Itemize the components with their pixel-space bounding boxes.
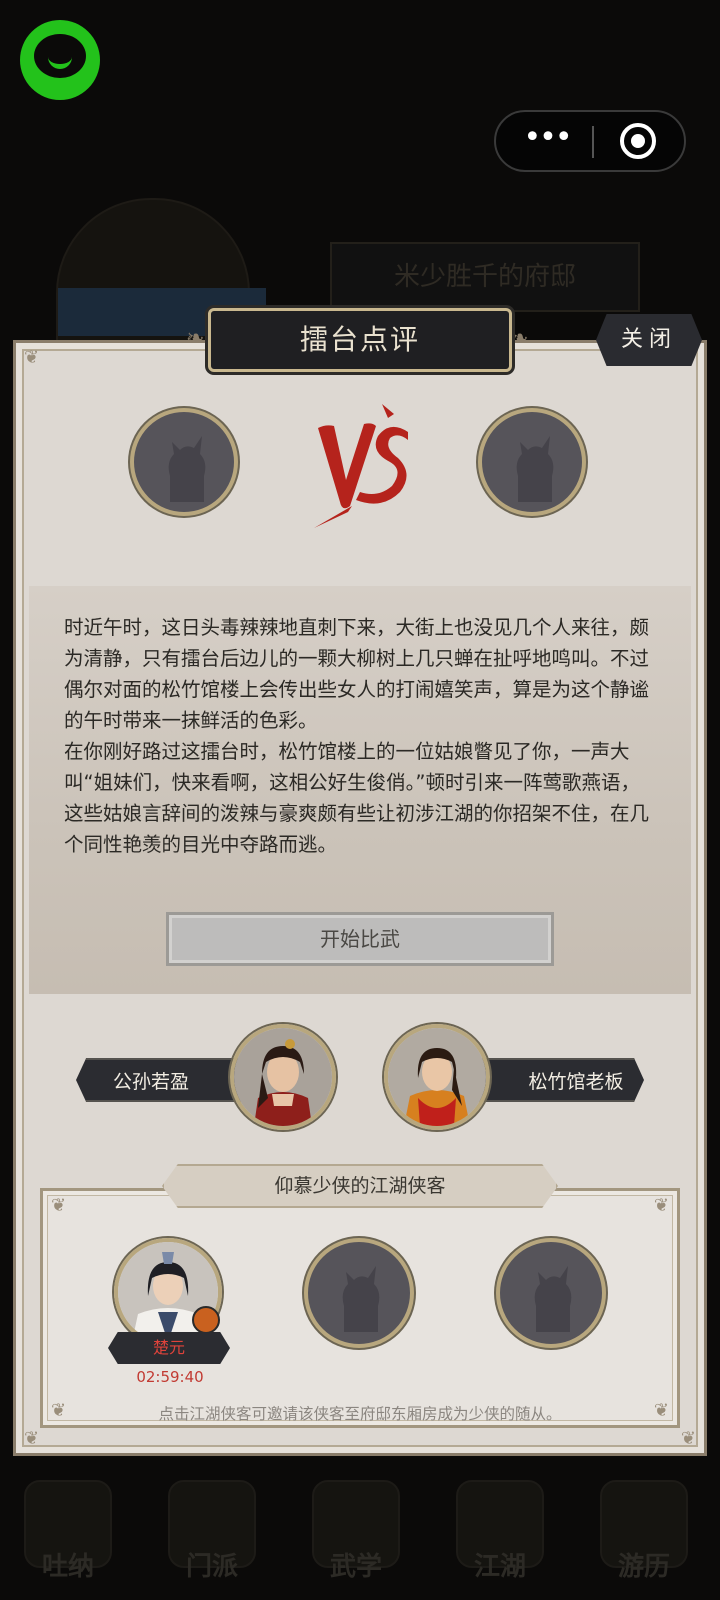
- left-character-portrait[interactable]: [230, 1024, 336, 1130]
- nav-label: 江湖: [473, 1552, 526, 1582]
- silhouette-icon: [516, 436, 554, 502]
- more-dots-icon[interactable]: •••: [518, 112, 576, 170]
- start-fight-button[interactable]: 开始比武: [166, 912, 554, 966]
- left-fighter-avatar: [130, 408, 238, 516]
- dialog-title: 擂台点评: [208, 308, 512, 372]
- nav-item-sect[interactable]: 门派: [162, 1480, 262, 1592]
- corner-ornament-icon: ❦: [24, 1428, 40, 1449]
- bottom-navigation: 吐纳 门派 武学 江湖 游历: [0, 1460, 720, 1600]
- silhouette-icon: [168, 436, 206, 502]
- nav-item-martial-arts[interactable]: 武学: [306, 1480, 406, 1592]
- silhouette-icon: [534, 1266, 572, 1332]
- nav-label: 游历: [617, 1552, 670, 1582]
- silhouette-icon: [342, 1266, 380, 1332]
- title-ornament-right-icon: ❧: [510, 326, 529, 351]
- corner-ornament-icon: ❦: [653, 1195, 669, 1216]
- close-button[interactable]: 关闭: [596, 314, 702, 366]
- story-paragraph: 在你刚好路过这擂台时，松竹馆楼上的一位姑娘瞥见了你，一声大叫“姐妹们，快来看啊，…: [64, 740, 650, 856]
- nav-label: 武学: [329, 1552, 382, 1582]
- nav-item-tuna[interactable]: 吐纳: [18, 1480, 118, 1592]
- guest-timer: 02:59:40: [136, 1368, 204, 1386]
- guest-name: 楚元: [108, 1332, 230, 1364]
- right-character-portrait[interactable]: [384, 1024, 490, 1130]
- title-ornament-left-icon: ❧: [186, 326, 205, 351]
- left-character-name: 公孙若盈: [76, 1058, 246, 1102]
- corner-ornament-icon: ❦: [680, 1428, 696, 1449]
- corner-ornament-icon: ❦: [51, 1195, 67, 1216]
- nav-label: 门派: [185, 1552, 238, 1582]
- woman-portrait-icon: [234, 1028, 332, 1126]
- corner-ornament-icon: ❦: [24, 347, 40, 368]
- green-chat-logo-icon[interactable]: [20, 20, 100, 100]
- story-text: 时近午时，这日头毒辣辣地直刺下来，大街上也没见几个人来往，颇为清静，只有擂台后边…: [64, 612, 658, 860]
- nav-label: 吐纳: [41, 1552, 94, 1582]
- empty-guest-slot[interactable]: [496, 1238, 606, 1348]
- empty-guest-slot[interactable]: [304, 1238, 414, 1348]
- guest-hint-text: 点击江湖侠客可邀请该侠客至府邸东厢房成为少侠的随从。: [158, 1405, 562, 1423]
- innkeeper-portrait-icon: [388, 1028, 486, 1126]
- story-paragraph: 时近午时，这日头毒辣辣地直刺下来，大街上也没见几个人来往，颇为清静，只有擂台后边…: [64, 616, 650, 732]
- right-fighter-avatar: [478, 408, 586, 516]
- sword-badge-icon: [192, 1306, 220, 1334]
- guest-section-title: 仰慕少侠的江湖侠客: [162, 1164, 558, 1208]
- capsule-divider: [592, 126, 594, 158]
- nav-item-travel[interactable]: 游历: [594, 1480, 694, 1592]
- mini-program-capsule: •••: [494, 110, 686, 172]
- right-character-name: 松竹馆老板: [478, 1058, 644, 1102]
- target-circle-icon[interactable]: [620, 123, 656, 159]
- target-dot: [631, 134, 645, 148]
- nav-item-jianghu[interactable]: 江湖: [450, 1480, 550, 1592]
- vs-emblem: [314, 404, 408, 528]
- residence-banner: 米少胜千的府邸: [330, 242, 640, 312]
